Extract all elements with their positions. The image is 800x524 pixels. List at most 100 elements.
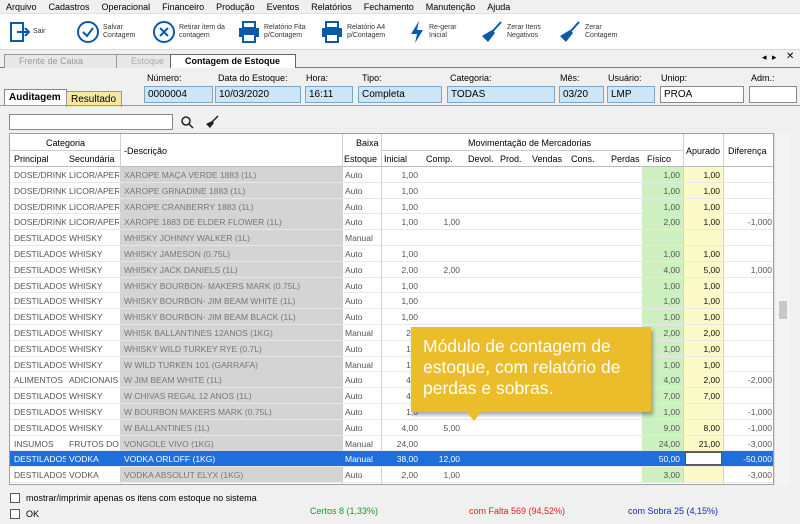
close-icon[interactable]: ✕ (786, 51, 794, 62)
cell-apurado[interactable] (684, 406, 720, 418)
table-row[interactable]: DOSE/DRINKLICOR/APERITIVO XAROPE GRNADINE… (10, 182, 773, 199)
cell-secundaria: WHISKY (69, 312, 103, 323)
menu-relatorios[interactable]: Relatórios (305, 2, 358, 12)
zerar-itens-negativos-button[interactable]: Zerar Itens Negativos (480, 14, 541, 50)
vertical-scrollbar[interactable] (774, 133, 790, 485)
cell-apurado[interactable]: 1,00 (684, 295, 720, 307)
cell-apurado[interactable]: 1,00 (684, 280, 720, 292)
cell-apurado[interactable]: 1,00 (684, 216, 720, 228)
header-fisico[interactable]: Físico (647, 154, 671, 164)
header-vendas[interactable]: Vendas (532, 154, 562, 164)
header-devol[interactable]: Devol. (468, 154, 494, 164)
header-secundaria[interactable]: Secundária (69, 154, 115, 164)
search-icon[interactable] (180, 115, 194, 131)
tab-scroll-right-icon[interactable]: ▸ (772, 52, 777, 63)
mostrar-checkbox[interactable] (10, 493, 20, 503)
tab-contagem-de-estoque[interactable]: Contagem de Estoque (170, 54, 296, 68)
cell-apurado[interactable]: 2,00 (684, 374, 720, 386)
table-row[interactable]: DESTILADOS WHISKY WHISKY WILD TURKEY RYE (… (10, 340, 773, 357)
salvar-label-2: Contagem (103, 32, 136, 39)
header-perdas[interactable]: Perdas (611, 154, 640, 164)
cell-diferenca (724, 201, 772, 213)
cell-apurado[interactable] (684, 469, 720, 481)
regerar-inicial-button[interactable]: Re-gerar Inicial (408, 14, 457, 50)
categoria-field[interactable]: TODAS (447, 86, 555, 103)
usuario-field[interactable]: LMP (607, 86, 655, 103)
header-estoque[interactable]: Estoque (344, 154, 377, 164)
menu-eventos[interactable]: Eventos (261, 2, 306, 12)
menu-cadastros[interactable]: Cadastros (43, 2, 96, 12)
table-row[interactable]: DESTILADOS VODKA VODKA ABSOLUT ELYX (1KG) A… (10, 467, 773, 483)
cell-apurado[interactable]: 1,00 (684, 359, 720, 371)
sair-button[interactable]: Sair (8, 14, 45, 50)
table-row[interactable]: DOSE/DRINKLICOR/APERITIVO XAROPE 1883 DE … (10, 214, 773, 231)
adm-field[interactable] (749, 86, 797, 103)
relatorio-a4-button[interactable]: Relatório A4 p/Contagem (320, 14, 385, 50)
header-principal[interactable]: Principal (14, 154, 49, 164)
table-row[interactable]: DESTILADOS VODKA VODKA ORLOFF (1KG) Manual 3… (10, 451, 773, 468)
mes-field[interactable]: 03/20 (559, 86, 604, 103)
clear-filter-icon[interactable] (205, 115, 219, 131)
table-row[interactable]: DESTILADOS WHISKY WHISKY BOURBON- MAKERS M… (10, 277, 773, 294)
cell-apurado[interactable]: 1,00 (684, 311, 720, 323)
table-row[interactable]: DOSE/DRINKLICOR/APERITIVO XAROPE MAÇA VER… (10, 167, 773, 183)
uniop-field[interactable]: PROA (660, 86, 744, 103)
cell-apurado[interactable]: 1,00 (684, 185, 720, 197)
menu-financeiro[interactable]: Financeiro (156, 2, 210, 12)
hora-field[interactable]: 16:11 (305, 86, 353, 103)
header-diferenca[interactable]: Diferença (728, 146, 767, 156)
sobra-count: com Sobra 25 (4,15%) (628, 506, 719, 516)
apurado-edit-input[interactable] (685, 452, 722, 466)
cell-apurado[interactable]: 8,00 (684, 422, 720, 434)
cell-apurado[interactable]: 2,00 (684, 327, 720, 339)
table-row[interactable]: DESTILADOS WHISKY WHISKY JAMESON (0.75L) Au… (10, 246, 773, 262)
header-comp[interactable]: Comp. (426, 154, 453, 164)
table-row[interactable]: DESTILADOS WHISKY WHISK BALLANTINES 12ANOS… (10, 325, 773, 341)
retirar-item-button[interactable]: Retirar item da contagem (152, 14, 225, 50)
table-row[interactable]: DESTILADOS WHISKY WHISKY JOHNNY WALKER (1L… (10, 230, 773, 246)
cell-apurado[interactable]: 1,00 (684, 201, 720, 213)
cell-apurado[interactable]: 7,00 (684, 390, 720, 402)
cell-apurado[interactable]: 1,00 (684, 248, 720, 260)
table-row[interactable]: ALIMENTOS ADICIONAIS W JIM BEAM WHITE (1L)… (10, 372, 773, 389)
scroll-thumb[interactable] (779, 301, 787, 319)
cell-apurado[interactable] (684, 232, 720, 244)
salvar-contagem-button[interactable]: Salvar Contagem (76, 14, 135, 50)
header-apurado[interactable]: Apurado (686, 146, 720, 156)
header-prod[interactable]: Prod. (500, 154, 522, 164)
table-row[interactable]: INSUMOS FRUTOS DO MAR VONGOLE VIVO (1KG) Ma… (10, 435, 773, 452)
zerar-contagem-button[interactable]: Zerar Contagem (558, 14, 617, 50)
menu-arquivo[interactable]: Arquivo (0, 2, 43, 12)
cell-apurado[interactable]: 1,00 (684, 169, 720, 181)
header-inicial[interactable]: Inicial (384, 154, 407, 164)
table-row[interactable]: DESTILADOS WHISKY W BOURBON MAKERS MARK (0… (10, 404, 773, 420)
cell-comp (422, 295, 460, 307)
menu-fechamento[interactable]: Fechamento (358, 2, 420, 12)
table-row[interactable]: DOSE/DRINKLICOR/APERITIVO XAROPE CRANBERR… (10, 198, 773, 215)
tab-frente-de-caixa[interactable]: Frente de Caixa (4, 54, 122, 68)
table-row[interactable]: DESTILADOS WHISKY W BALLANTINES (1L) Auto 4,… (10, 419, 773, 436)
cell-apurado[interactable]: 21,00 (684, 438, 720, 450)
menu-ajuda[interactable]: Ajuda (481, 2, 516, 12)
menu-operacional[interactable]: Operacional (96, 2, 157, 12)
table-row[interactable]: DESTILADOS WHISKY WHISKY BOURBON- JIM BEAM… (10, 309, 773, 325)
header-cons[interactable]: Cons. (571, 154, 595, 164)
header-descricao[interactable]: -Descrição (124, 146, 167, 156)
tipo-field[interactable]: Completa (358, 86, 442, 103)
tab-auditagem[interactable]: Auditagem (4, 89, 67, 105)
cell-apurado[interactable]: 1,00 (684, 343, 720, 355)
table-row[interactable]: DESTILADOS WHISKY WHISKY BOURBON- JIM BEAM… (10, 293, 773, 310)
search-input[interactable] (9, 114, 173, 130)
menu-manutencao[interactable]: Manutenção (420, 2, 482, 12)
relatorio-fita-button[interactable]: Relatório Fita p/Contagem (237, 14, 306, 50)
numero-field[interactable]: 0000004 (144, 86, 213, 103)
cell-apurado[interactable]: 5,00 (684, 264, 720, 276)
menu-producao[interactable]: Produção (210, 2, 261, 12)
tab-estoque[interactable]: Estoque (116, 54, 174, 68)
tab-scroll-left-icon[interactable]: ◂ (762, 52, 767, 63)
ok-checkbox[interactable] (10, 509, 20, 519)
data-field[interactable]: 10/03/2020 (215, 86, 301, 103)
table-row[interactable]: DESTILADOS WHISKY WHISKY JACK DANIELS (1L)… (10, 261, 773, 278)
table-row[interactable]: DESTILADOS WHISKY W WILD TURKEN 101 (GARRA… (10, 356, 773, 373)
table-row[interactable]: DESTILADOS WHISKY W CHIVAS REGAL 12 ANOS (… (10, 388, 773, 404)
